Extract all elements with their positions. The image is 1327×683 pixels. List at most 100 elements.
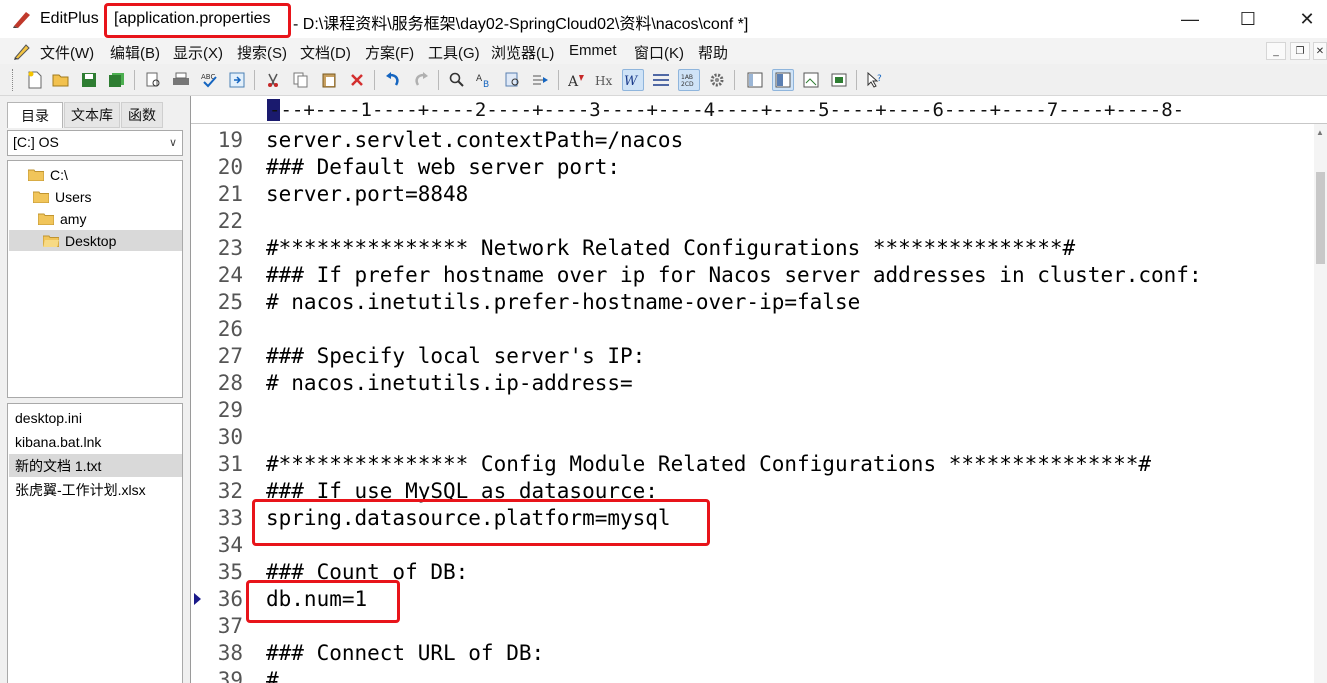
line-number: 23 [217,235,243,260]
redo-icon[interactable] [410,69,432,91]
line-text[interactable]: #*************** Config Module Related C… [266,452,1151,476]
code-line[interactable]: 29 [191,396,243,423]
line-spacing-icon[interactable] [650,69,672,91]
menu-edit[interactable]: 编辑(B) [110,42,160,63]
line-text[interactable]: # nacos.inetutils.ip-address= [266,371,633,395]
undo-icon[interactable] [382,69,404,91]
file-item[interactable]: desktop.ini [9,406,182,429]
platform-line-highlight-box [252,499,710,546]
line-text[interactable]: ### Specify local server's IP: [266,344,645,368]
tree-item-label: Users [55,188,92,205]
svg-text:?: ? [877,74,882,84]
directory-window-icon[interactable] [744,69,766,91]
menu-window[interactable]: 窗口(K) [634,42,684,63]
line-text[interactable]: ### If prefer hostname over ip for Nacos… [266,263,1202,287]
code-line[interactable]: 24 ### If prefer hostname over ip for Nac… [191,261,1202,288]
tree-item-c-drive[interactable]: C:\ [28,164,68,185]
new-file-icon[interactable] [24,69,46,91]
menu-project[interactable]: 方案(F) [365,42,414,63]
word-wrap-icon[interactable]: W [622,69,644,91]
line-numbers-icon[interactable]: 1AB 2CD [678,69,700,91]
mdi-minimize-button[interactable]: _ [1266,42,1286,60]
file-item[interactable]: 张虎翼-工作计划.xlsx [9,478,182,501]
print-icon[interactable] [170,69,192,91]
tab-functions[interactable]: 函数 [121,102,163,128]
code-line[interactable]: 34 [191,531,243,558]
output-window-icon[interactable] [800,69,822,91]
spell-check-icon[interactable]: ABC [198,69,220,91]
print-preview-icon[interactable] [142,69,164,91]
save-icon[interactable] [78,69,100,91]
paste-icon[interactable] [318,69,340,91]
full-screen-icon[interactable] [828,69,850,91]
tree-item-desktop[interactable]: Desktop [9,230,182,251]
code-line[interactable]: 26 [191,315,243,342]
replace-icon[interactable]: AB [474,69,496,91]
menu-tools[interactable]: 工具(G) [428,42,480,63]
save-all-icon[interactable] [106,69,128,91]
code-line[interactable]: 31 #*************** Config Module Related… [191,450,1151,477]
line-text[interactable]: #*************** Network Related Configu… [266,236,1075,260]
mdi-restore-button[interactable]: ❐ [1290,42,1310,60]
hex-view-icon[interactable]: Hx [594,69,616,91]
maximize-button[interactable]: ☐ [1233,6,1263,32]
code-line[interactable]: 32 ### If use MySQL as datasource: [191,477,658,504]
svg-text:W: W [624,74,639,88]
line-number: 21 [217,181,243,206]
menu-browser[interactable]: 浏览器(L) [491,42,554,63]
cliptext-window-icon[interactable] [772,69,794,91]
menu-help[interactable]: 帮助 [698,42,728,63]
editor-pane[interactable]: ---+----1----+----2----+----3----+----4-… [190,96,1327,683]
line-text[interactable]: ### Default web server port: [266,155,620,179]
code-line[interactable]: 20 ### Default web server port: [191,153,620,180]
tab-cliptext[interactable]: 文本库 [64,102,120,128]
help-cursor-icon[interactable]: ? [864,69,886,91]
line-text[interactable]: server.port=8848 [266,182,468,206]
code-line[interactable]: 30 [191,423,243,450]
find-icon[interactable] [446,69,468,91]
cut-icon[interactable] [262,69,284,91]
code-line[interactable]: 19 server.servlet.contextPath=/nacos [191,126,684,153]
open-folder-icon[interactable] [50,69,72,91]
code-line[interactable]: 28 # nacos.inetutils.ip-address= [191,369,633,396]
line-text[interactable]: ### Connect URL of DB: [266,641,544,665]
menu-document[interactable]: 文档(D) [300,42,351,63]
line-text[interactable]: # [266,668,279,683]
tree-item-amy[interactable]: amy [38,208,86,229]
line-text[interactable]: server.servlet.contextPath=/nacos [266,128,683,152]
find-in-files-icon[interactable] [502,69,524,91]
code-line[interactable]: 37 [191,612,243,639]
menu-emmet[interactable]: Emmet [569,42,617,59]
delete-icon[interactable] [346,69,368,91]
code-line[interactable]: 25 # nacos.inetutils.prefer-hostname-over… [191,288,861,315]
scrollbar-thumb[interactable] [1316,172,1325,264]
menu-file[interactable]: 文件(W) [40,42,94,63]
mdi-close-button[interactable]: ✕ [1313,42,1327,60]
svg-text:Hx: Hx [595,74,612,88]
go-to-line-icon[interactable] [530,69,552,91]
preferences-gear-icon[interactable] [706,69,728,91]
drive-select[interactable]: [C:] OS ∨ [7,130,183,156]
file-item[interactable]: kibana.bat.lnk [9,430,182,453]
close-button[interactable]: ✕ [1292,6,1322,32]
code-line[interactable]: 39 # [191,666,279,683]
browser-preview-icon[interactable] [226,69,248,91]
code-line[interactable]: 38 ### Connect URL of DB: [191,639,544,666]
code-line[interactable]: 23 #*************** Network Related Confi… [191,234,1075,261]
tree-item-users[interactable]: Users [33,186,92,207]
copy-icon[interactable] [290,69,312,91]
minimize-button[interactable]: — [1175,6,1205,32]
code-line[interactable]: 21 server.port=8848 [191,180,469,207]
menu-view[interactable]: 显示(X) [173,42,223,63]
tab-directory[interactable]: 目录 [7,102,63,128]
line-text[interactable]: # nacos.inetutils.prefer-hostname-over-i… [266,290,860,314]
menu-search[interactable]: 搜索(S) [237,42,287,63]
code-line[interactable]: 35 ### Count of DB: [191,558,469,585]
code-line[interactable]: 27 ### Specify local server's IP: [191,342,646,369]
file-item[interactable]: 新的文档 1.txt [9,454,182,477]
font-icon[interactable]: A [566,69,588,91]
code-line[interactable]: 22 [191,207,243,234]
scroll-up-icon[interactable]: ▲ [1316,128,1324,137]
vertical-scrollbar[interactable]: ▲ [1314,124,1327,683]
code-line[interactable]: 33 spring.datasource.platform=mysql [191,504,671,531]
